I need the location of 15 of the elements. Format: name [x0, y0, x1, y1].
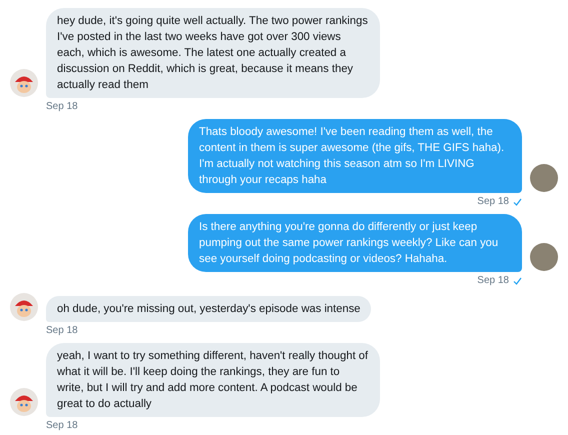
message-bubble: yeah, I want to try something different, haven't really thought of what it will be. I'll keep doing the rankings, they are fun to write, but I will try and add more content. A podcast would be great to do actually: [46, 343, 380, 417]
timestamp: Sep 18: [46, 101, 78, 113]
avatar: [10, 69, 38, 97]
timestamp: Sep 18: [46, 325, 78, 337]
timestamp: Sep 18: [477, 196, 509, 208]
timestamp: Sep 18: [46, 420, 78, 432]
avatar: [10, 293, 38, 321]
message-bubble: Thats bloody awesome! I've been reading them as well, the content in them is super awesome (the gifs, THE GIFS haha). I'm actually not watching this season atm so I'm LIVING through your recaps haha: [188, 119, 522, 193]
timestamp: Sep 18: [477, 275, 509, 287]
message-bubble: oh dude, you're missing out, yesterday's episode was intense: [46, 296, 372, 322]
avatar: [530, 243, 558, 271]
message-bubble: Is there anything you're gonna do differently or just keep pumping out the same power rankings weekly? Like can you see yourself doing podcasting or videos? Hahaha.: [188, 214, 522, 272]
avatar: [530, 164, 558, 192]
avatar: [10, 388, 38, 416]
message-bubble: hey dude, it's going quite well actually. The two power rankings I've posted in the last two weeks have got over 300 views each, which is awesome. The latest one actually created a discussion on Reddit, which is great, because it means they actually read them: [46, 8, 380, 98]
